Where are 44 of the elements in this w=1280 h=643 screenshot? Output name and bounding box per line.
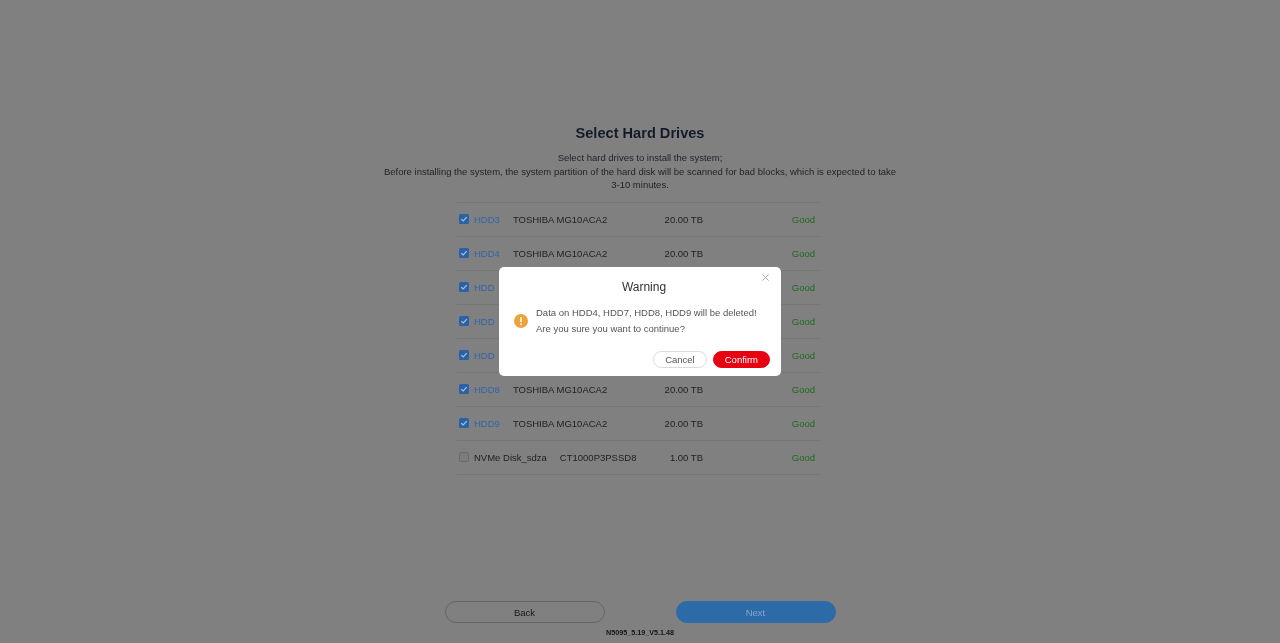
- page-title: Select Hard Drives: [575, 124, 705, 142]
- drive-name: HDD9: [474, 417, 500, 429]
- drive-name: HDD: [474, 281, 495, 293]
- drive-size: 1.00 TB: [669, 451, 703, 463]
- drive-model: TOSHIBA MG10ACA2: [512, 247, 608, 259]
- drive-size: 20.00 TB: [664, 247, 703, 259]
- drive-name: HDD: [474, 349, 495, 361]
- checked-checkbox[interactable]: [459, 384, 469, 394]
- drive-size: 20.00 TB: [664, 383, 703, 395]
- close-icon[interactable]: [762, 274, 769, 281]
- confirm-button[interactable]: Confirm: [712, 351, 770, 368]
- drive-model: TOSHIBA MG10ACA2: [512, 417, 608, 429]
- drive-name: HDD: [474, 315, 495, 327]
- description-text: Before installing the system, the system partition of the hard disk will be scanned for bad blocks, which is expected to take 3-10 minutes.: [382, 164, 898, 192]
- drive-model: TOSHIBA MG10ACA2: [512, 213, 608, 225]
- drive-status: Good: [791, 315, 815, 327]
- description-text: Select hard drives to install the system;: [556, 151, 724, 165]
- drive-size: 20.00 TB: [664, 417, 703, 429]
- warning-icon: [514, 314, 528, 328]
- drive-status: Good: [791, 247, 815, 259]
- dialog-message: Data on HDD4, HDD7, HDD8, HDD9 will be deleted!: [536, 306, 757, 320]
- drive-status: Good: [791, 451, 815, 463]
- checked-checkbox[interactable]: [459, 282, 469, 292]
- checked-checkbox[interactable]: [459, 316, 469, 326]
- drive-model: CT1000P3PSSD8: [559, 451, 637, 463]
- dialog-message: Are you sure you want to continue?: [536, 322, 686, 336]
- drive-status: Good: [791, 213, 815, 225]
- checked-checkbox[interactable]: [459, 350, 469, 360]
- checked-checkbox[interactable]: [459, 214, 469, 224]
- drive-name: HDD4: [474, 247, 500, 259]
- checked-checkbox[interactable]: [459, 418, 469, 428]
- drive-status: Good: [791, 281, 815, 293]
- checked-checkbox[interactable]: [459, 248, 469, 258]
- dialog-title: Warning: [621, 280, 667, 294]
- drive-model: TOSHIBA MG10ACA2: [512, 383, 608, 395]
- back-button[interactable]: Back: [444, 601, 605, 623]
- cancel-button[interactable]: Cancel: [653, 351, 707, 368]
- drive-name: HDD3: [474, 213, 500, 225]
- drive-size: 20.00 TB: [664, 213, 703, 225]
- drive-status: Good: [791, 383, 815, 395]
- drive-name: HDD8: [474, 383, 500, 395]
- drive-status: Good: [791, 349, 815, 361]
- drive-name: NVMe Disk_sdza: [474, 451, 547, 463]
- drive-status: Good: [791, 417, 815, 429]
